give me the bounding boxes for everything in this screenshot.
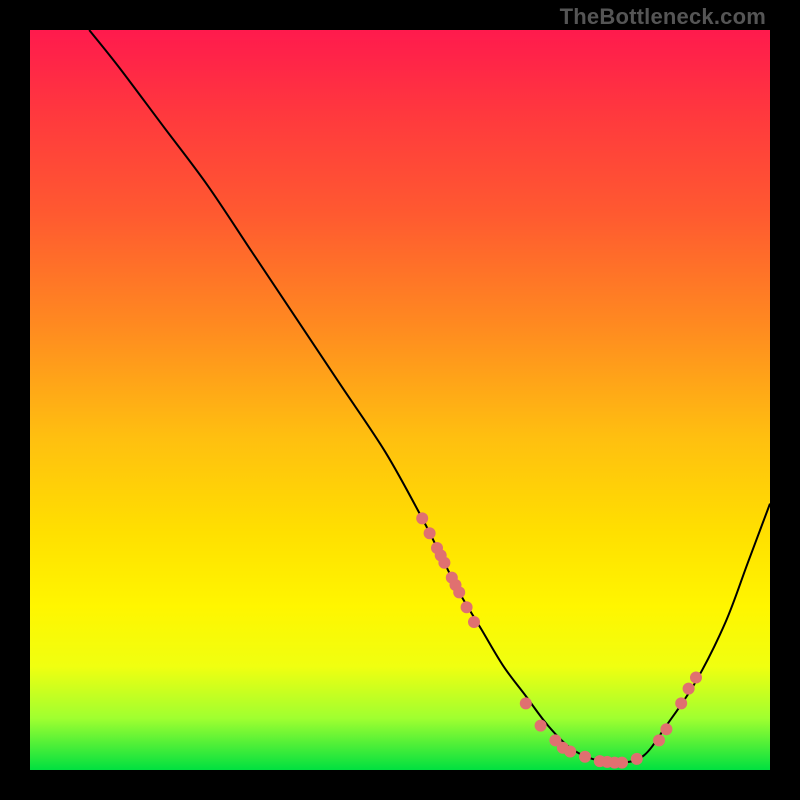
curve-marker <box>579 751 591 763</box>
curve-marker <box>616 757 628 769</box>
curve-marker <box>675 697 687 709</box>
curve-marker <box>453 586 465 598</box>
bottleneck-curve <box>89 30 770 763</box>
curve-marker <box>690 672 702 684</box>
curve-marker <box>461 601 473 613</box>
curve-marker <box>424 527 436 539</box>
watermark-text: TheBottleneck.com <box>560 4 766 30</box>
curve-marker <box>660 723 672 735</box>
curve-marker <box>535 720 547 732</box>
curve-marker <box>468 616 480 628</box>
chart-frame: TheBottleneck.com <box>0 0 800 800</box>
curve-marker <box>653 734 665 746</box>
curve-markers <box>416 512 702 768</box>
curve-marker <box>416 512 428 524</box>
curve-marker <box>564 746 576 758</box>
curve-marker <box>520 697 532 709</box>
chart-overlay <box>30 30 770 770</box>
curve-marker <box>683 683 695 695</box>
curve-marker <box>631 753 643 765</box>
plot-area <box>30 30 770 770</box>
curve-marker <box>438 557 450 569</box>
